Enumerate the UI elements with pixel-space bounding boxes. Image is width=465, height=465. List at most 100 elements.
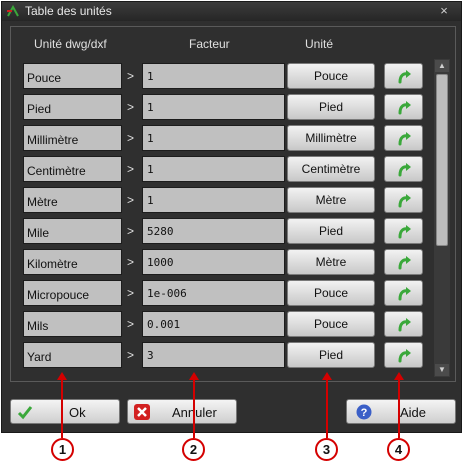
close-button[interactable]: × [436, 3, 452, 19]
app-icon [7, 5, 19, 17]
unit-row: Micropouce >1e-006 Pouce [11, 277, 431, 308]
factor-input[interactable]: 3 [142, 342, 285, 368]
green-curved-arrow-icon [398, 163, 411, 177]
apply-unit-button[interactable] [384, 218, 423, 244]
help-icon: ? [356, 404, 372, 420]
conversion-arrow: > [127, 317, 135, 331]
unit-select-button[interactable]: Pouce [287, 280, 375, 306]
dwg-unit-field[interactable]: Pouce [23, 63, 122, 89]
callout-2: 2 [182, 438, 205, 461]
green-curved-arrow-icon [398, 101, 411, 115]
green-curved-arrow-icon [398, 194, 411, 208]
unit-row: Mètre >1 Mètre [11, 184, 431, 215]
conversion-arrow: > [127, 162, 135, 176]
apply-unit-button[interactable] [384, 125, 423, 151]
dwg-unit-field[interactable]: Millimètre [23, 125, 122, 151]
unit-row: Kilomètre >1000 Mètre [11, 246, 431, 277]
callout-line-1 [61, 380, 63, 438]
unit-select-button[interactable]: Mètre [287, 187, 375, 213]
conversion-arrow: > [127, 286, 135, 300]
scroll-down-arrow-icon[interactable]: ▼ [435, 364, 449, 376]
conversion-arrow: > [127, 193, 135, 207]
checkmark-icon [17, 406, 33, 420]
unit-row: Centimètre >1 Centimètre [11, 153, 431, 184]
factor-input[interactable]: 0.001 [142, 311, 285, 337]
unit-select-button[interactable]: Centimètre [287, 156, 375, 182]
unit-row: Millimètre >1 Millimètre [11, 122, 431, 153]
title-bar: Table des unités × [2, 2, 461, 21]
ok-button[interactable]: Ok [10, 399, 120, 424]
ok-label: Ok [69, 405, 86, 420]
conversion-arrow: > [127, 255, 135, 269]
green-curved-arrow-icon [398, 287, 411, 301]
unit-row: Pouce >1 Pouce [11, 60, 431, 91]
unit-select-button[interactable]: Pied [287, 218, 375, 244]
unit-select-button[interactable]: Pied [287, 94, 375, 120]
factor-input[interactable]: 1 [142, 187, 285, 213]
factor-input[interactable]: 1 [142, 94, 285, 120]
apply-unit-button[interactable] [384, 63, 423, 89]
cancel-button[interactable]: Annuler [127, 399, 237, 424]
column-header-unit: Unité [305, 37, 334, 51]
callout-arrow-1 [57, 372, 67, 380]
dwg-unit-field[interactable]: Pied [23, 94, 122, 120]
factor-input[interactable]: 1000 [142, 249, 285, 275]
unit-select-button[interactable]: Mètre [287, 249, 375, 275]
callout-1: 1 [51, 438, 74, 461]
dwg-unit-field[interactable]: Mètre [23, 187, 122, 213]
column-header-dwg-unit: Unité dwg/dxf [34, 37, 107, 51]
help-button[interactable]: ? Aide [346, 399, 456, 424]
unit-select-button[interactable]: Pouce [287, 311, 375, 337]
unit-table-panel: Unité dwg/dxf Facteur Unité Pouce >1 Pouce… [10, 26, 456, 382]
dwg-unit-field[interactable]: Yard [23, 342, 122, 368]
factor-input[interactable]: 1 [142, 156, 285, 182]
column-header-factor: Facteur [189, 37, 230, 51]
dwg-unit-field[interactable]: Micropouce [23, 280, 122, 306]
scroll-up-arrow-icon[interactable]: ▲ [435, 60, 449, 72]
window-title: Table des unités [25, 4, 112, 18]
apply-unit-button[interactable] [384, 187, 423, 213]
apply-unit-button[interactable] [384, 249, 423, 275]
apply-unit-button[interactable] [384, 342, 423, 368]
callout-line-2 [193, 380, 195, 438]
svg-text:?: ? [361, 407, 368, 419]
apply-unit-button[interactable] [384, 311, 423, 337]
callout-3: 3 [315, 438, 338, 461]
conversion-arrow: > [127, 131, 135, 145]
unit-row: Mils >0.001 Pouce [11, 308, 431, 339]
conversion-arrow: > [127, 224, 135, 238]
apply-unit-button[interactable] [384, 94, 423, 120]
vertical-scrollbar[interactable]: ▲ ▼ [434, 59, 450, 377]
factor-input[interactable]: 1e-006 [142, 280, 285, 306]
unit-row: Yard >3 Pied [11, 339, 431, 370]
conversion-arrow: > [127, 348, 135, 362]
callout-4: 4 [387, 438, 410, 461]
unit-row: Mile >5280 Pied [11, 215, 431, 246]
scroll-thumb[interactable] [436, 74, 448, 246]
callout-line-4 [398, 380, 400, 438]
green-curved-arrow-icon [398, 318, 411, 332]
unit-select-button[interactable]: Millimètre [287, 125, 375, 151]
factor-input[interactable]: 5280 [142, 218, 285, 244]
dwg-unit-field[interactable]: Kilomètre [23, 249, 122, 275]
callout-arrow-4 [394, 372, 404, 380]
apply-unit-button[interactable] [384, 156, 423, 182]
factor-input[interactable]: 1 [142, 125, 285, 151]
conversion-arrow: > [127, 69, 135, 83]
dwg-unit-field[interactable]: Mile [23, 218, 122, 244]
callout-arrow-2 [189, 372, 199, 380]
green-curved-arrow-icon [398, 225, 411, 239]
cancel-x-icon [134, 404, 150, 420]
green-curved-arrow-icon [398, 70, 411, 84]
dwg-unit-field[interactable]: Centimètre [23, 156, 122, 182]
callout-arrow-3 [322, 372, 332, 380]
callout-line-3 [326, 380, 328, 438]
factor-input[interactable]: 1 [142, 63, 285, 89]
unit-select-button[interactable]: Pied [287, 342, 375, 368]
apply-unit-button[interactable] [384, 280, 423, 306]
green-curved-arrow-icon [398, 256, 411, 270]
green-curved-arrow-icon [398, 349, 411, 363]
dwg-unit-field[interactable]: Mils [23, 311, 122, 337]
conversion-arrow: > [127, 100, 135, 114]
unit-select-button[interactable]: Pouce [287, 63, 375, 89]
